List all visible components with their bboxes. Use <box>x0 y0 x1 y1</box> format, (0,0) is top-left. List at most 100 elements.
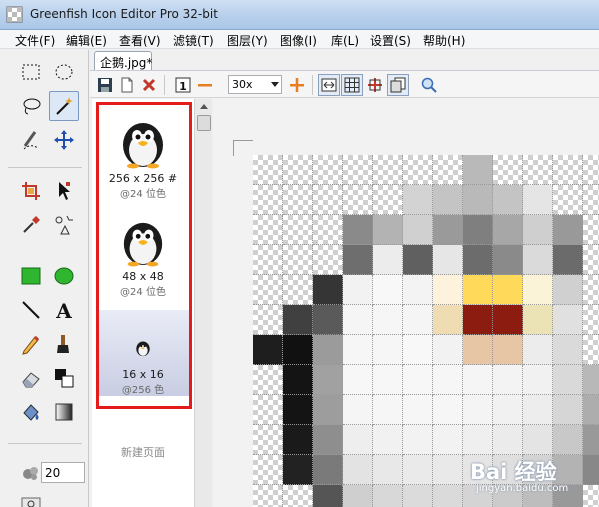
swap-colors-tool[interactable] <box>49 363 79 393</box>
canvas-pixel[interactable] <box>553 395 583 425</box>
canvas-pixel[interactable] <box>493 155 523 185</box>
canvas-pixel[interactable] <box>373 335 403 365</box>
canvas-pixel[interactable] <box>283 485 313 507</box>
canvas-pixel[interactable] <box>493 245 523 275</box>
scroll-up-arrow-icon[interactable] <box>200 104 208 109</box>
brush-size-input[interactable] <box>41 462 85 483</box>
canvas-pixel[interactable] <box>403 425 433 455</box>
canvas-pixel[interactable] <box>493 365 523 395</box>
canvas-pixel[interactable] <box>253 335 283 365</box>
canvas-pixel[interactable] <box>403 455 433 485</box>
canvas-pixel[interactable] <box>583 185 599 215</box>
canvas-pixel[interactable] <box>553 185 583 215</box>
canvas-pixel[interactable] <box>403 395 433 425</box>
canvas-pixel[interactable] <box>403 305 433 335</box>
canvas-pixel[interactable] <box>583 425 599 455</box>
canvas-pixel[interactable] <box>523 335 553 365</box>
canvas-pixel[interactable] <box>463 155 493 185</box>
canvas-pixel[interactable] <box>583 305 599 335</box>
text-tool[interactable]: A <box>49 295 79 325</box>
canvas-pixel[interactable] <box>373 365 403 395</box>
zoom-in-button[interactable] <box>286 74 308 96</box>
canvas-pixel[interactable] <box>403 215 433 245</box>
canvas-pixel[interactable] <box>433 305 463 335</box>
canvas-pixel[interactable] <box>373 485 403 507</box>
canvas-pixel[interactable] <box>493 395 523 425</box>
page-item-256[interactable]: 256 x 256 # @24 位色 <box>96 113 190 195</box>
zoom-out-button[interactable] <box>194 74 216 96</box>
canvas-pixel[interactable] <box>493 215 523 245</box>
canvas-pixel[interactable] <box>463 365 493 395</box>
ellipse-select-tool[interactable] <box>49 57 79 87</box>
canvas-pixel[interactable] <box>463 185 493 215</box>
menu-layer[interactable]: 图层(Y) <box>227 32 268 49</box>
ellipse-tool[interactable] <box>49 261 79 291</box>
canvas-pixel[interactable] <box>313 425 343 455</box>
canvas-pixel[interactable] <box>493 425 523 455</box>
canvas-pixel[interactable] <box>583 245 599 275</box>
canvas-pixel[interactable] <box>373 305 403 335</box>
canvas-pixel[interactable] <box>433 425 463 455</box>
pencil-tool[interactable] <box>16 329 46 359</box>
canvas-pixel[interactable] <box>343 245 373 275</box>
menu-library[interactable]: 库(L) <box>331 32 359 49</box>
canvas-pixel[interactable] <box>433 155 463 185</box>
document-tab[interactable]: 企鹅.jpg* <box>94 51 152 71</box>
canvas-pixel[interactable] <box>523 245 553 275</box>
canvas-pixel[interactable] <box>553 155 583 185</box>
canvas-pixel[interactable] <box>583 335 599 365</box>
canvas-pixel[interactable] <box>253 365 283 395</box>
rect-select-tool[interactable] <box>16 57 46 87</box>
canvas-pixel[interactable] <box>553 425 583 455</box>
canvas-pixel[interactable] <box>523 215 553 245</box>
grid-toggle-button[interactable] <box>341 74 363 96</box>
canvas-pixel[interactable] <box>553 245 583 275</box>
canvas-pixel[interactable] <box>523 305 553 335</box>
canvas-pixel[interactable] <box>553 215 583 245</box>
canvas-pixel[interactable] <box>463 215 493 245</box>
canvas-pixel[interactable] <box>433 455 463 485</box>
canvas-pixel[interactable] <box>253 485 283 507</box>
pointer-tool[interactable] <box>49 176 79 206</box>
pages-scrollbar[interactable] <box>194 99 212 507</box>
canvas-pixel[interactable] <box>313 365 343 395</box>
actual-size-button[interactable]: 1 <box>172 74 194 96</box>
canvas-pixel[interactable] <box>583 215 599 245</box>
canvas-pixel[interactable] <box>493 275 523 305</box>
canvas-pixel[interactable] <box>463 425 493 455</box>
canvas-pixel[interactable] <box>313 215 343 245</box>
lasso-tool[interactable] <box>16 91 46 121</box>
canvas-pixel[interactable] <box>313 185 343 215</box>
canvas-pixel[interactable] <box>433 275 463 305</box>
canvas-pixel[interactable] <box>433 365 463 395</box>
canvas-pixel[interactable] <box>433 185 463 215</box>
canvas-pixel[interactable] <box>553 365 583 395</box>
canvas-pixel[interactable] <box>343 305 373 335</box>
canvas-pixel[interactable] <box>283 365 313 395</box>
canvas-pixel[interactable] <box>403 155 433 185</box>
canvas-pixel[interactable] <box>523 185 553 215</box>
color-picker-tool[interactable] <box>16 210 46 240</box>
canvas-pixel[interactable] <box>403 245 433 275</box>
menu-filter[interactable]: 滤镜(T) <box>173 32 214 49</box>
canvas-pixel[interactable] <box>313 275 343 305</box>
canvas-pixel[interactable] <box>433 335 463 365</box>
canvas-pixel[interactable] <box>403 365 433 395</box>
delete-page-button[interactable] <box>138 74 160 96</box>
new-page-link[interactable]: 新建页面 <box>92 444 194 460</box>
canvas-pixel[interactable] <box>253 215 283 245</box>
canvas-pixel[interactable] <box>433 215 463 245</box>
canvas-pixel[interactable] <box>373 185 403 215</box>
replace-color-tool[interactable] <box>49 210 79 240</box>
fill-tool[interactable] <box>16 397 46 427</box>
page-item-16[interactable]: 16 x 16 @256 色 <box>96 310 190 396</box>
canvas-pixel[interactable] <box>253 455 283 485</box>
canvas-pixel[interactable] <box>343 335 373 365</box>
canvas-pixel[interactable] <box>343 275 373 305</box>
canvas-pixel[interactable] <box>313 455 343 485</box>
canvas-pixel[interactable] <box>493 335 523 365</box>
canvas-pixel[interactable] <box>343 425 373 455</box>
canvas-pixel[interactable] <box>373 455 403 485</box>
canvas-pixel[interactable] <box>253 155 283 185</box>
canvas-pixel[interactable] <box>523 395 553 425</box>
